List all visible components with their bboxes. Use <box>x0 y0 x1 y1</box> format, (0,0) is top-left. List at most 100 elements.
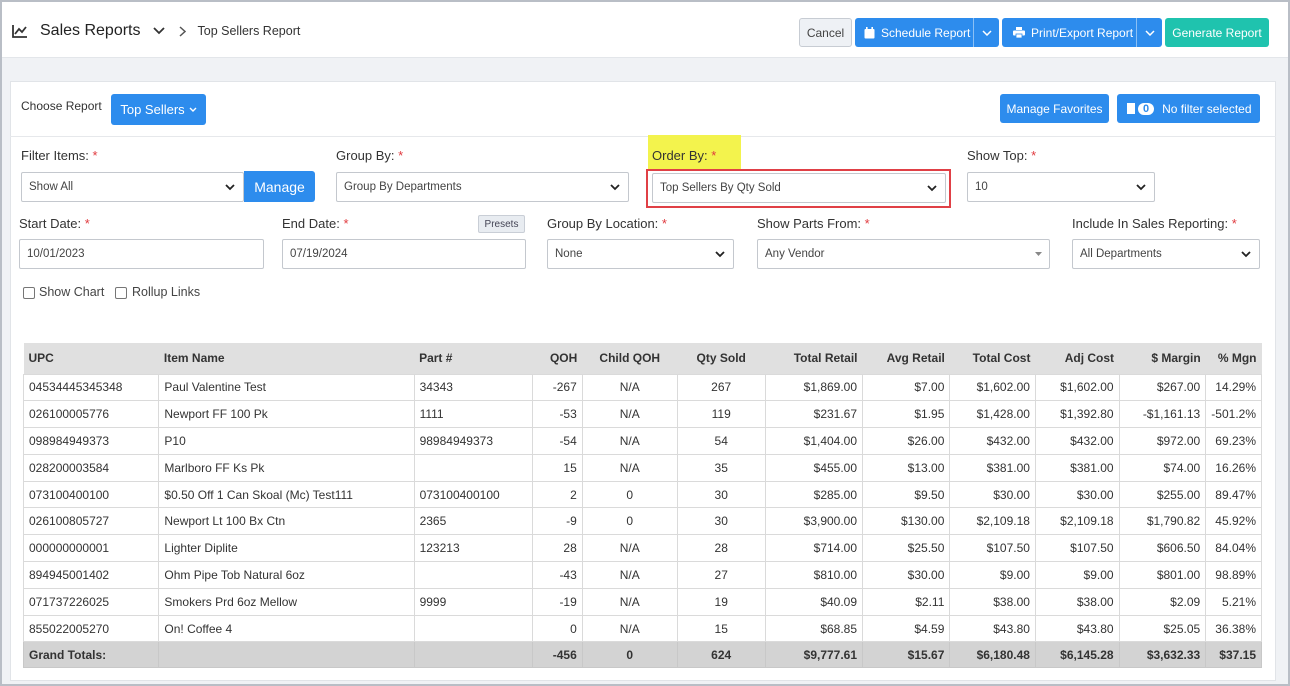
grand-totals-row: Grand Totals: -456 0 624 $9,777.61 $15.67 $6,1… <box>22 641 1262 669</box>
presets-button[interactable]: Presets <box>478 215 525 233</box>
show-top-select[interactable]: 10 <box>967 172 1155 202</box>
table-cell: $972.00 <box>1118 427 1207 455</box>
table-cell: 9999 <box>413 587 534 616</box>
filter-status-button[interactable]: 0 No filter selected <box>1117 94 1260 123</box>
totals-cell <box>413 641 534 669</box>
show-chart-checkbox[interactable] <box>23 287 35 299</box>
include-in-sales-value: All Departments <box>1080 248 1162 260</box>
table-row[interactable]: 071737226025 Smokers Prd 6oz Mellow 9999 -1… <box>22 587 1262 616</box>
required-mark: * <box>398 148 404 163</box>
table-row[interactable]: 026100005776 Newport FF 100 Pk 1111 -53 N/A 1… <box>22 400 1262 429</box>
table-row[interactable]: 855022005270 On! Coffee 4 0 N/A 15 $68.85 $4.5… <box>22 614 1262 643</box>
table-cell: 19 <box>676 587 766 616</box>
table-row[interactable]: 098984949373 P10 98984949373 -54 N/A 54 $1,404… <box>22 427 1262 455</box>
divider <box>10 136 1276 137</box>
table-cell: $130.00 <box>862 507 951 536</box>
table-cell: 69.23% <box>1205 427 1262 455</box>
filter-items-select[interactable]: Show All <box>21 172 244 202</box>
table-cell: $267.00 <box>1118 373 1207 402</box>
show-parts-from-select[interactable]: Any Vendor <box>757 239 1050 269</box>
column-header[interactable]: Part # <box>414 343 533 374</box>
table-row[interactable]: 000000000001 Lighter Diplite 123213 28 N/A 28… <box>22 534 1262 563</box>
table-cell: $0.50 Off 1 Can Skoal (Mc) Test111 <box>158 480 415 509</box>
filter-status-label: No filter selected <box>1162 101 1252 116</box>
table-cell: 0 <box>532 614 583 643</box>
column-header[interactable]: Child QOH <box>582 343 678 374</box>
include-in-sales-select[interactable]: All Departments <box>1072 239 1260 269</box>
calendar-icon <box>864 26 875 38</box>
table-cell: 54 <box>676 427 766 455</box>
chevron-down-icon <box>981 29 992 36</box>
show-top-text: Show Top: <box>967 148 1028 163</box>
table-cell: Marlboro FF Ks Pk <box>158 453 415 482</box>
column-header[interactable]: Adj Cost <box>1035 343 1120 374</box>
table-cell: $7.00 <box>862 373 951 402</box>
table-cell: Smokers Prd 6oz Mellow <box>158 587 415 616</box>
table-row[interactable]: 073100400100 $0.50 Off 1 Can Skoal (Mc) T… <box>22 480 1262 509</box>
group-by-label: Group By: * <box>336 148 403 163</box>
group-by-location-select[interactable]: None <box>547 239 734 269</box>
table-cell: 894945001402 <box>22 561 160 589</box>
generate-report-button[interactable]: Generate Report <box>1165 18 1269 47</box>
schedule-report-button[interactable]: Schedule Report <box>855 18 999 47</box>
include-in-sales-label: Include In Sales Reporting: * <box>1072 216 1237 231</box>
group-by-select[interactable]: Group By Departments <box>336 172 629 202</box>
table-cell: $30.00 <box>949 480 1036 509</box>
totals-cell: 624 <box>676 641 766 669</box>
table-row[interactable]: 028200003584 Marlboro FF Ks Pk 15 N/A 35 $455… <box>22 453 1262 482</box>
table-cell: $9.00 <box>949 561 1036 589</box>
totals-cell <box>158 641 415 669</box>
table-cell: -9 <box>532 507 583 536</box>
table-cell: 45.92% <box>1205 507 1262 536</box>
print-export-label: Print/Export Report <box>1031 25 1134 40</box>
end-date-input[interactable]: 07/19/2024 <box>282 239 526 269</box>
chevron-down-icon[interactable] <box>152 27 165 35</box>
column-header[interactable]: $ Margin <box>1119 343 1206 374</box>
column-header[interactable]: QOH <box>532 343 583 374</box>
table-cell: $2,109.18 <box>1034 507 1120 536</box>
include-in-sales-text: Include In Sales Reporting: <box>1072 216 1229 231</box>
column-header[interactable]: Avg Retail <box>862 343 950 374</box>
sales-reports-menu[interactable]: Sales Reports <box>40 22 141 40</box>
printer-icon <box>1013 27 1025 38</box>
column-header[interactable]: % Mgn <box>1205 343 1262 374</box>
schedule-dropdown-toggle[interactable] <box>973 18 999 47</box>
totals-cell: Grand Totals: <box>22 641 160 669</box>
table-cell <box>413 453 534 482</box>
rollup-links-label: Rollup Links <box>132 285 201 299</box>
start-date-input[interactable]: 10/01/2023 <box>19 239 264 269</box>
table-cell: 15 <box>532 453 583 482</box>
table-cell: 0 <box>581 507 678 536</box>
manage-favorites-button[interactable]: Manage Favorites <box>1000 94 1109 123</box>
table-cell: -501.2% <box>1205 400 1262 429</box>
column-header[interactable]: Qty Sold <box>677 343 766 374</box>
table-cell: P10 <box>158 427 415 455</box>
table-cell: 36.38% <box>1205 614 1262 643</box>
table-cell: N/A <box>581 561 678 589</box>
table-cell: $255.00 <box>1118 480 1207 509</box>
table-row[interactable]: 894945001402 Ohm Pipe Tob Natural 6oz -43 N… <box>22 561 1262 589</box>
column-header[interactable]: UPC <box>23 343 159 374</box>
table-cell: $43.80 <box>1034 614 1120 643</box>
table-cell: $107.50 <box>949 534 1036 563</box>
table-cell: Ohm Pipe Tob Natural 6oz <box>158 561 415 589</box>
chevron-right-icon <box>178 25 186 37</box>
table-row[interactable]: 026100805727 Newport Lt 100 Bx Ctn 2365 -9 0… <box>22 507 1262 536</box>
cancel-button[interactable]: Cancel <box>799 18 852 47</box>
table-cell: 0 <box>581 480 678 509</box>
filter-items-text: Filter Items: <box>21 148 89 163</box>
table-cell: $1,392.80 <box>1034 400 1120 429</box>
table-cell: -43 <box>532 561 583 589</box>
column-header[interactable]: Total Retail <box>765 343 863 374</box>
table-row[interactable]: 04534445345348 Paul Valentine Test 34343 -2… <box>22 373 1262 402</box>
rollup-links-checkbox[interactable] <box>115 287 127 299</box>
print-export-button[interactable]: Print/Export Report <box>1002 18 1162 47</box>
manage-button[interactable]: Manage <box>244 171 315 202</box>
table-cell: N/A <box>581 587 678 616</box>
table-cell: 071737226025 <box>22 587 160 616</box>
print-export-dropdown-toggle[interactable] <box>1136 18 1162 47</box>
table-cell: $9.00 <box>1034 561 1120 589</box>
choose-report-dropdown[interactable]: Top Sellers <box>111 94 206 125</box>
column-header[interactable]: Total Cost <box>949 343 1036 374</box>
column-header[interactable]: Item Name <box>158 343 415 374</box>
